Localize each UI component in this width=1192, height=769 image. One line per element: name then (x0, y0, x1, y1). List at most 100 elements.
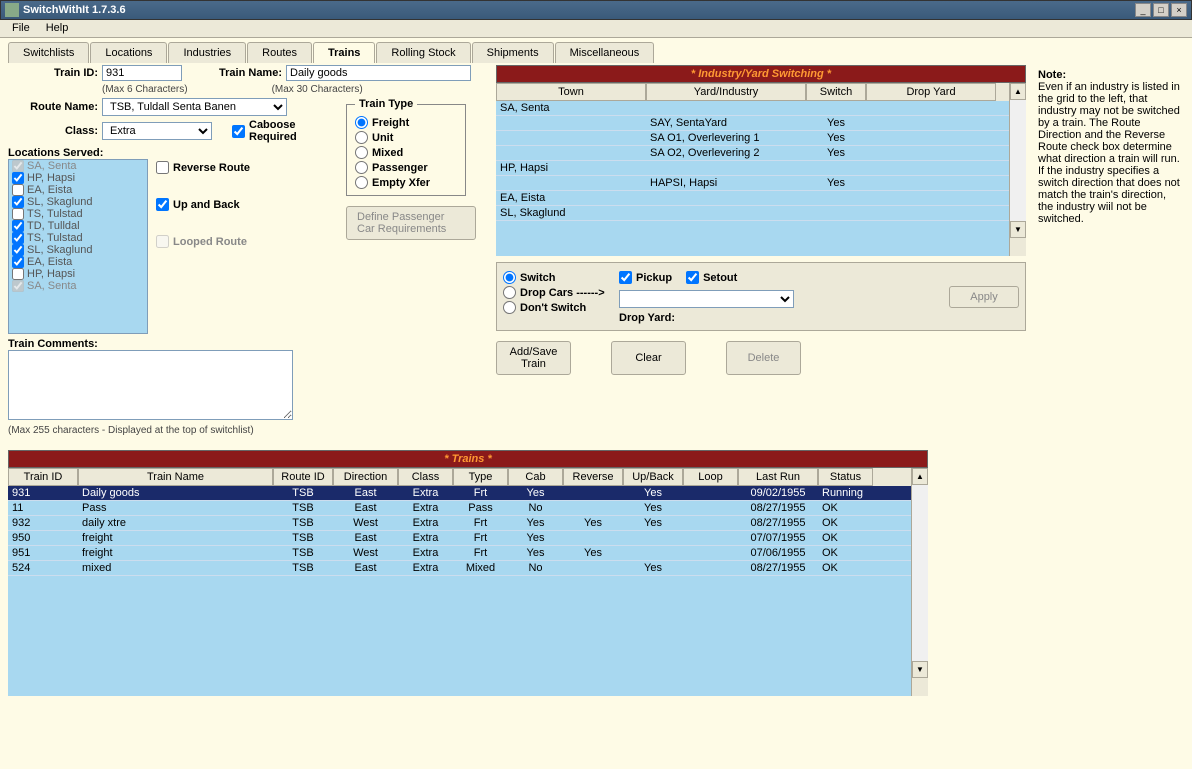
location-item[interactable]: EA, Eista (9, 184, 147, 196)
note-text: Even if an industry is listed in the gri… (1038, 81, 1180, 225)
table-row[interactable]: 524mixedTSBEastExtraMixedNoYes08/27/1955… (8, 561, 911, 576)
col-header[interactable]: Yard/Industry (646, 83, 806, 101)
table-row[interactable]: EA, Eista (496, 191, 1009, 206)
looped-route-label: Looped Route (173, 236, 247, 248)
train-name-input[interactable] (286, 65, 471, 81)
app-icon (5, 3, 19, 17)
col-header[interactable]: Train Name (78, 468, 273, 486)
tab-rolling-stock[interactable]: Rolling Stock (376, 42, 470, 63)
train-type-fieldset: Train Type FreightUnitMixedPassengerEmpt… (346, 98, 466, 196)
define-passenger-btn[interactable]: Define Passenger Car Requirements (346, 206, 476, 240)
table-row[interactable]: 951freightTSBWestExtraFrtYesYes07/06/195… (8, 546, 911, 561)
table-row[interactable]: 931Daily goodsTSBEastExtraFrtYesYes09/02… (8, 486, 911, 501)
switch-radio-2[interactable]: Don't Switch (503, 301, 613, 314)
location-item[interactable]: HP, Hapsi (9, 268, 147, 280)
table-row[interactable]: HAPSI, HapsiYes (496, 176, 1009, 191)
clear-button[interactable]: Clear (611, 341, 686, 375)
location-item[interactable]: SL, Skaglund (9, 196, 147, 208)
col-header[interactable]: Route ID (273, 468, 333, 486)
train-type-passenger[interactable]: Passenger (355, 161, 457, 174)
table-row[interactable]: SAY, SentaYardYes (496, 116, 1009, 131)
train-type-empty-xfer[interactable]: Empty Xfer (355, 176, 457, 189)
industry-grid-title: * Industry/Yard Switching * (496, 65, 1026, 83)
location-item[interactable]: HP, Hapsi (9, 172, 147, 184)
scroll-down-icon[interactable]: ▼ (912, 661, 928, 678)
note-heading: Note: (1038, 69, 1180, 81)
table-row[interactable]: SL, Skaglund (496, 206, 1009, 221)
tab-industries[interactable]: Industries (168, 42, 246, 63)
menu-file[interactable]: File (4, 20, 38, 37)
main-tabs: SwitchlistsLocationsIndustriesRoutesTrai… (8, 42, 1184, 63)
ind-scrollbar[interactable]: ▲ ▼ (1009, 83, 1026, 256)
locations-listbox[interactable]: SA, SentaHP, HapsiEA, EistaSL, SkaglundT… (8, 159, 148, 334)
col-header[interactable]: Up/Back (623, 468, 683, 486)
location-item[interactable]: SL, Skaglund (9, 244, 147, 256)
train-type-unit[interactable]: Unit (355, 131, 457, 144)
route-name-select[interactable]: TSB, Tuldall Senta Banen (102, 98, 287, 116)
table-row[interactable]: SA O2, Overlevering 2Yes (496, 146, 1009, 161)
route-name-label: Route Name: (8, 101, 98, 113)
location-item[interactable]: SA, Senta (9, 280, 147, 292)
tab-trains[interactable]: Trains (313, 42, 375, 63)
pickup-checkbox[interactable] (619, 271, 632, 284)
col-header[interactable]: Loop (683, 468, 738, 486)
close-button[interactable]: × (1171, 3, 1187, 17)
location-item[interactable]: TS, Tulstad (9, 208, 147, 220)
table-row[interactable]: SA, Senta (496, 101, 1009, 116)
table-row[interactable]: 950freightTSBEastExtraFrtYes07/07/1955OK (8, 531, 911, 546)
location-item[interactable]: TS, Tulstad (9, 232, 147, 244)
menubar: File Help (0, 20, 1192, 38)
tab-miscellaneous[interactable]: Miscellaneous (555, 42, 655, 63)
add-save-button[interactable]: Add/Save Train (496, 341, 571, 375)
location-item[interactable]: TD, Tulldal (9, 220, 147, 232)
trains-grid-title: * Trains * (8, 450, 928, 468)
col-header[interactable]: Cab (508, 468, 563, 486)
tab-locations[interactable]: Locations (90, 42, 167, 63)
table-row[interactable]: 932daily xtreTSBWestExtraFrtYesYesYes08/… (8, 516, 911, 531)
table-row[interactable]: HP, Hapsi (496, 161, 1009, 176)
train-name-hint: (Max 30 Characters) (272, 84, 363, 95)
col-header[interactable]: Switch (806, 83, 866, 101)
trains-scrollbar[interactable]: ▲ ▼ (911, 468, 928, 696)
minimize-button[interactable]: _ (1135, 3, 1151, 17)
caboose-checkbox[interactable] (232, 125, 245, 138)
comments-textarea[interactable] (8, 350, 293, 420)
class-label: Class: (8, 125, 98, 137)
location-item[interactable]: SA, Senta (9, 160, 147, 172)
drop-cars-select[interactable] (619, 290, 794, 308)
col-header[interactable]: Train ID (8, 468, 78, 486)
looped-route-checkbox (156, 235, 169, 248)
col-header[interactable]: Last Run (738, 468, 818, 486)
tab-routes[interactable]: Routes (247, 42, 312, 63)
col-header[interactable]: Class (398, 468, 453, 486)
col-header[interactable]: Type (453, 468, 508, 486)
train-type-mixed[interactable]: Mixed (355, 146, 457, 159)
switch-radio-1[interactable]: Drop Cars ------> (503, 286, 613, 299)
class-select[interactable]: Extra (102, 122, 212, 140)
table-row[interactable]: SA O1, Overlevering 1Yes (496, 131, 1009, 146)
delete-button[interactable]: Delete (726, 341, 801, 375)
apply-button[interactable]: Apply (949, 286, 1019, 308)
up-back-label: Up and Back (173, 199, 240, 211)
col-header[interactable]: Status (818, 468, 873, 486)
setout-checkbox[interactable] (686, 271, 699, 284)
reverse-route-checkbox[interactable] (156, 161, 169, 174)
col-header[interactable]: Reverse (563, 468, 623, 486)
location-item[interactable]: EA, Eista (9, 256, 147, 268)
switch-radio-0[interactable]: Switch (503, 271, 613, 284)
maximize-button[interactable]: □ (1153, 3, 1169, 17)
col-header[interactable]: Town (496, 83, 646, 101)
tab-shipments[interactable]: Shipments (472, 42, 554, 63)
col-header[interactable]: Direction (333, 468, 398, 486)
train-type-freight[interactable]: Freight (355, 116, 457, 129)
up-back-checkbox[interactable] (156, 198, 169, 211)
train-id-input[interactable] (102, 65, 182, 81)
col-header[interactable]: Drop Yard (866, 83, 996, 101)
scroll-up-icon[interactable]: ▲ (1010, 83, 1026, 100)
scroll-up-icon[interactable]: ▲ (912, 468, 928, 485)
menu-help[interactable]: Help (38, 20, 77, 37)
table-row[interactable]: 11PassTSBEastExtraPassNoYes08/27/1955OK (8, 501, 911, 516)
titlebar: SwitchWithIt 1.7.3.6 _ □ × (0, 0, 1192, 20)
scroll-down-icon[interactable]: ▼ (1010, 221, 1026, 238)
tab-switchlists[interactable]: Switchlists (8, 42, 89, 63)
